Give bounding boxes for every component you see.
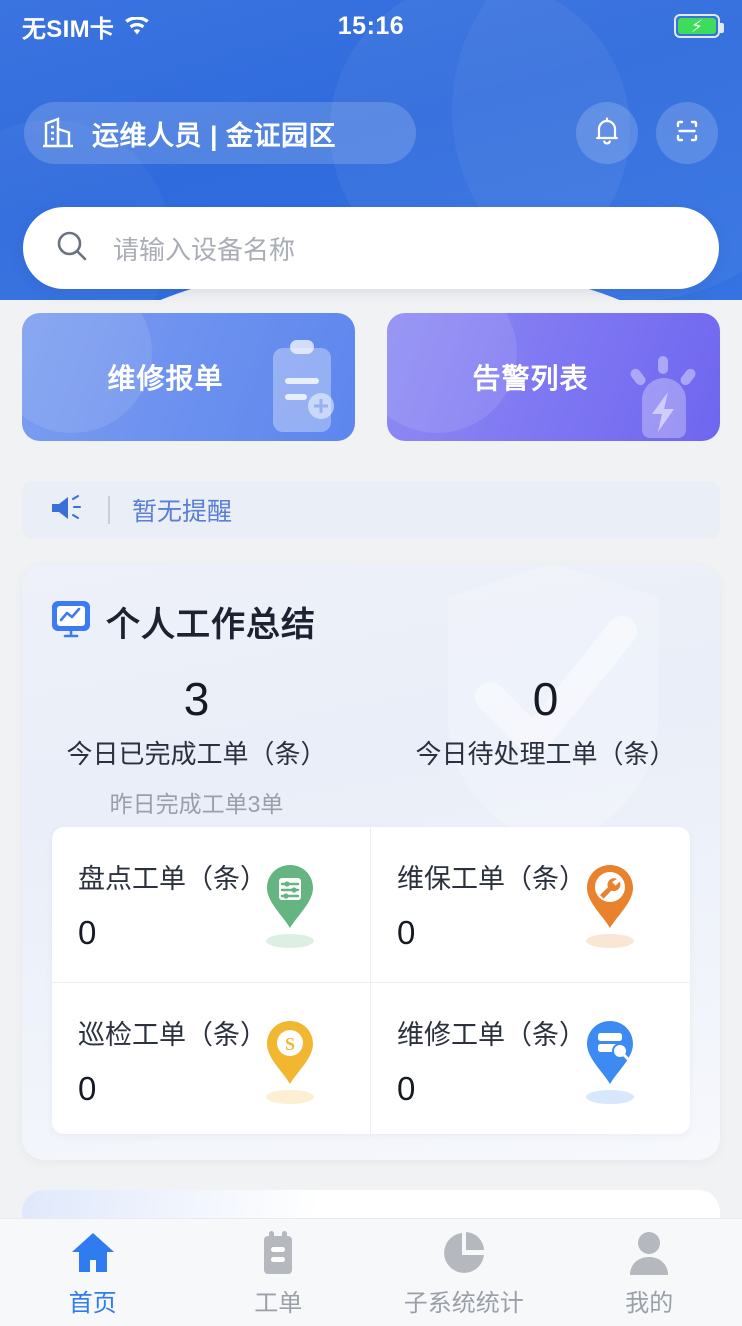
summary-stats: 3 今日已完成工单（条） 昨日完成工单3单 0 今日待处理工单（条） xyxy=(22,673,720,819)
tab-subsystem-stats[interactable]: 子系统统计 xyxy=(371,1228,557,1318)
workorder-cell-inventory[interactable]: 盘点工单（条） 0 xyxy=(52,827,371,983)
stat-label: 今日已完成工单（条） xyxy=(66,738,327,769)
search-bar[interactable]: 请输入设备名称 xyxy=(23,207,719,289)
notice-bar[interactable]: 暂无提醒 xyxy=(22,481,720,539)
app-screen: 无SIM卡 15:16 ⚡ 运维人员 | 金证园区 请输入设备名称 维修报单 告… xyxy=(0,0,742,1326)
stat-value: 0 xyxy=(532,673,559,725)
pie-chart-icon xyxy=(441,1228,487,1276)
summary-title-row: 个人工作总结 xyxy=(50,597,316,646)
notice-text: 暂无提醒 xyxy=(132,498,233,526)
bell-icon xyxy=(590,114,624,153)
quick-actions: 维修报单 告警列表 xyxy=(22,313,720,441)
building-icon xyxy=(38,113,78,153)
pin-inventory-icon xyxy=(252,857,328,949)
battery-charging-icon: ⚡ xyxy=(674,14,724,38)
clock-label: 15:16 xyxy=(337,11,405,40)
org-selector[interactable]: 运维人员 | 金证园区 xyxy=(24,102,416,164)
org-label: 运维人员 | 金证园区 xyxy=(92,120,337,151)
tab-profile[interactable]: 我的 xyxy=(557,1228,742,1318)
stat-subtext: 昨日完成工单3单 xyxy=(109,790,284,817)
tab-label: 子系统统计 xyxy=(403,1289,524,1317)
pin-repair-icon xyxy=(572,1013,648,1105)
header-actions xyxy=(576,102,718,164)
workorder-cell-patrol[interactable]: 巡检工单（条） 0 S xyxy=(52,983,371,1138)
alarm-light-icon xyxy=(614,338,710,441)
status-bar-right: ⚡ xyxy=(674,14,724,38)
pin-wrench-icon xyxy=(572,857,648,949)
search-icon xyxy=(53,227,91,270)
tab-label: 首页 xyxy=(68,1289,117,1317)
bottom-tab-bar: 首页 工单 子系统统计 我的 xyxy=(0,1218,742,1326)
clipboard-list-icon xyxy=(256,1228,300,1276)
workorder-type-grid: 盘点工单（条） 0 维保工单（条） 0 巡检工单（条） 0 S 维修工单（条） … xyxy=(52,827,690,1138)
personal-summary-card: 个人工作总结 3 今日已完成工单（条） 昨日完成工单3单 0 今日待处理工单（条… xyxy=(22,565,720,1160)
person-icon xyxy=(627,1228,671,1276)
stat-label: 今日待处理工单（条） xyxy=(415,738,676,769)
notice-divider xyxy=(108,496,110,524)
workorder-cell-maintenance[interactable]: 维保工单（条） 0 xyxy=(371,827,690,983)
stat-pending-today: 0 今日待处理工单（条） xyxy=(371,673,720,819)
pin-patrol-icon: S xyxy=(252,1013,328,1105)
quick-action-alarm-list[interactable]: 告警列表 xyxy=(387,313,720,441)
stat-completed-today: 3 今日已完成工单（条） 昨日完成工单3单 xyxy=(22,673,371,819)
summary-title: 个人工作总结 xyxy=(106,606,316,644)
svg-text:S: S xyxy=(285,1034,295,1054)
chart-monitor-icon xyxy=(50,598,92,645)
workorder-cell-repair[interactable]: 维修工单（条） 0 xyxy=(371,983,690,1138)
tab-label: 我的 xyxy=(625,1289,674,1317)
scan-qr-icon xyxy=(670,114,704,153)
tab-workorders[interactable]: 工单 xyxy=(186,1228,372,1318)
speaker-icon xyxy=(48,492,86,529)
quick-action-repair-report[interactable]: 维修报单 xyxy=(22,313,355,441)
quick-action-label: 维修报单 xyxy=(107,363,224,394)
status-bar: 无SIM卡 15:16 ⚡ xyxy=(0,0,742,52)
search-input[interactable]: 请输入设备名称 xyxy=(113,230,295,267)
home-icon xyxy=(68,1228,118,1276)
tab-home[interactable]: 首页 xyxy=(0,1228,186,1318)
clipboard-icon xyxy=(259,338,345,441)
scan-button[interactable] xyxy=(656,102,718,164)
app-header: 运维人员 | 金证园区 xyxy=(0,95,742,171)
quick-action-label: 告警列表 xyxy=(472,363,589,394)
tab-label: 工单 xyxy=(254,1289,303,1317)
stat-value: 3 xyxy=(183,673,210,725)
notification-button[interactable] xyxy=(576,102,638,164)
